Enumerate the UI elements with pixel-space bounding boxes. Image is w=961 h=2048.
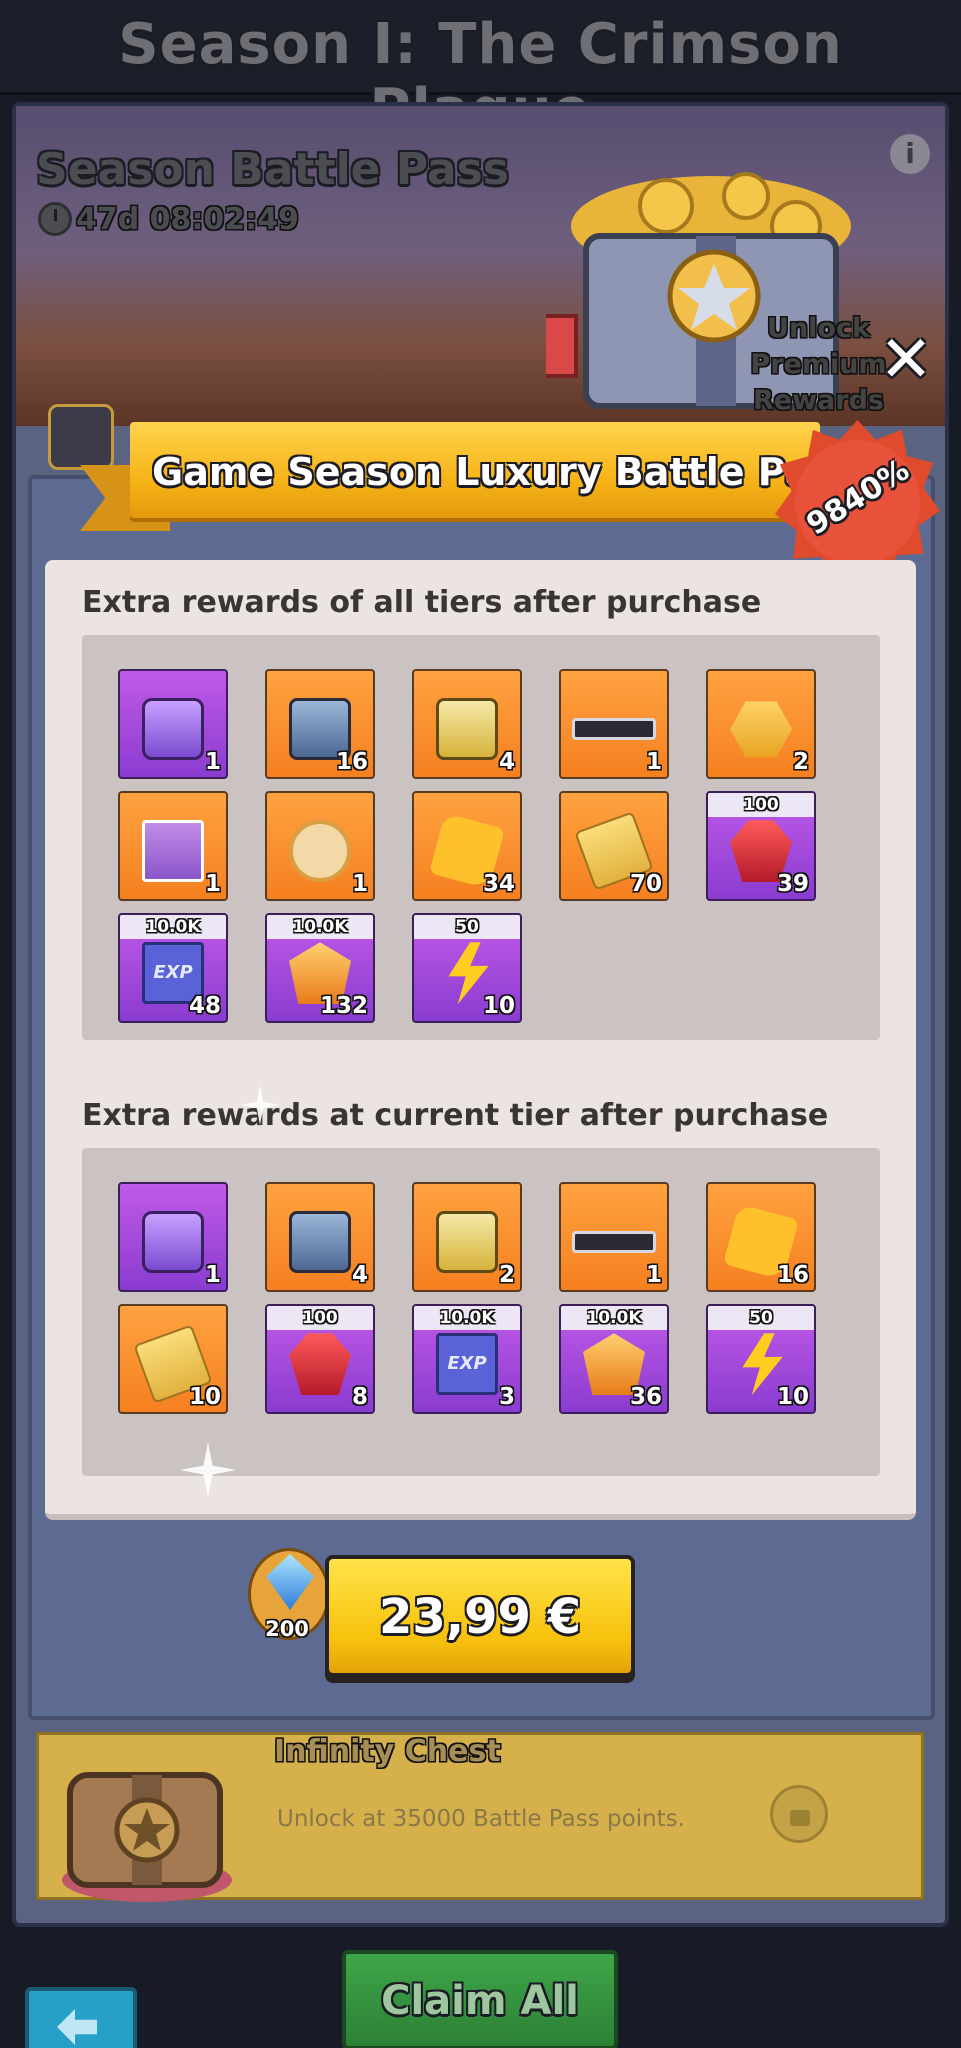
banner-title: Season Battle Pass	[36, 144, 509, 195]
reward-amount-label: 10.0K	[267, 915, 373, 939]
reward-count: 70	[629, 871, 662, 897]
reward-tile[interactable]: 1	[559, 1182, 669, 1292]
infinity-chest-title: Infinity Chest	[274, 1734, 501, 1769]
diamond-bonus-count: 200	[265, 1617, 309, 1641]
reward-tile[interactable]: 50 10	[412, 913, 522, 1023]
purchase-button[interactable]: 23,99 €	[325, 1555, 635, 1677]
close-button[interactable]: ✕	[876, 328, 936, 392]
reward-count: 3	[498, 1384, 515, 1410]
reward-count: 1	[204, 1262, 221, 1288]
current-tier-grid: 1 4 2 1 16 10 100 8 10.0K EXP 3 10.0K 36 50 10	[118, 1182, 816, 1414]
reward-tile[interactable]: 16	[706, 1182, 816, 1292]
reward-count: 16	[335, 749, 368, 775]
reward-count: 4	[351, 1262, 368, 1288]
purchase-price: 23,99 €	[379, 1589, 581, 1645]
reward-tile[interactable]: 34	[412, 791, 522, 901]
reward-tile[interactable]: 1	[118, 669, 228, 779]
reward-tile[interactable]: 1	[559, 669, 669, 779]
reward-count: 36	[629, 1384, 662, 1410]
reward-count: 48	[188, 993, 221, 1019]
skill-badge-icon	[730, 701, 792, 758]
reward-tile[interactable]: 10.0K EXP 3	[412, 1304, 522, 1414]
reward-count: 39	[776, 871, 809, 897]
reward-count: 10	[482, 993, 515, 1019]
reward-amount-label: 10.0K	[561, 1306, 667, 1330]
reward-tile[interactable]: 10.0K 132	[265, 913, 375, 1023]
reward-tile[interactable]: 16	[265, 669, 375, 779]
nameplate-bar-icon	[572, 718, 656, 741]
reward-count: 132	[319, 993, 368, 1019]
reward-tile[interactable]: 2	[706, 669, 816, 779]
battle-pass-banner: Season Battle Pass 47d 08:02:49 i Unlock…	[16, 106, 945, 426]
reward-amount-label: 10.0K	[414, 1306, 520, 1330]
reward-amount-label: 100	[267, 1306, 373, 1330]
back-button[interactable]	[25, 1987, 137, 2048]
reward-tile[interactable]: 4	[265, 1182, 375, 1292]
reward-tile[interactable]: 50 10	[706, 1304, 816, 1414]
reward-tile[interactable]: 100 39	[706, 791, 816, 901]
reward-tile[interactable]: 1	[118, 791, 228, 901]
reward-count: 1	[204, 871, 221, 897]
infinity-chest-description: Unlock at 35000 Battle Pass points.	[277, 1806, 685, 1832]
reward-count: 10	[188, 1384, 221, 1410]
infinity-chest-icon	[62, 1772, 232, 1902]
reward-count: 16	[776, 1262, 809, 1288]
reward-amount-label: 50	[708, 1306, 814, 1330]
reward-amount-label: 100	[708, 793, 814, 817]
gold-chest-icon	[436, 1211, 498, 1274]
reward-tile[interactable]: 1	[265, 791, 375, 901]
reward-tile[interactable]: 10.0K EXP 48	[118, 913, 228, 1023]
reward-count: 2	[792, 749, 809, 775]
reward-tile[interactable]: 1	[118, 1182, 228, 1292]
nameplate-bar-icon	[572, 1231, 656, 1254]
lock-icon	[770, 1785, 828, 1843]
reward-tile[interactable]: 4	[412, 669, 522, 779]
eye-icon[interactable]	[48, 404, 114, 470]
reward-count: 1	[645, 749, 662, 775]
season-timer: 47d 08:02:49	[76, 202, 299, 237]
all-tiers-rewards: 1 16 4 1 2 1 1 34 70 100 39 10.0K EXP 48 10.0K 132 50 10	[82, 635, 880, 1040]
blue-chest-icon	[289, 1211, 351, 1274]
reward-count: 34	[482, 871, 515, 897]
reward-tile[interactable]: 2	[412, 1182, 522, 1292]
claim-all-button[interactable]: Claim All	[342, 1950, 618, 2048]
hero-portrait-refresh-icon	[289, 820, 351, 883]
reward-tile[interactable]: 100 8	[265, 1304, 375, 1414]
season-header: Season I: The Crimson Plague	[0, 0, 961, 142]
purple-crate-icon	[142, 1211, 204, 1274]
reward-count: 4	[498, 749, 515, 775]
diamond-bonus-icon	[248, 1548, 334, 1658]
info-icon[interactable]: i	[890, 134, 930, 174]
section-title-current-tier: Extra rewards at current tier after purc…	[82, 1098, 829, 1133]
current-tier-rewards: 1 4 2 1 16 10 100 8 10.0K EXP 3 10.0K 36 50 10	[82, 1148, 880, 1476]
reward-count: 1	[351, 871, 368, 897]
claim-all-label: Claim All	[381, 1978, 579, 2024]
section-title-all-tiers: Extra rewards of all tiers after purchas…	[82, 585, 762, 620]
reward-count: 1	[645, 1262, 662, 1288]
reward-count: 10	[776, 1384, 809, 1410]
skill-book-refresh-icon	[142, 820, 204, 883]
reward-tile[interactable]: 10	[118, 1304, 228, 1414]
reward-count: 2	[498, 1262, 515, 1288]
reward-tile[interactable]: 10.0K 36	[559, 1304, 669, 1414]
gold-chest-icon	[436, 698, 498, 761]
ruby-icon	[289, 1333, 351, 1396]
exp-book-icon: EXP	[436, 1333, 498, 1396]
reward-amount-label: 50	[414, 915, 520, 939]
modal-title: Game Season Luxury Battle Pass	[152, 450, 856, 494]
clock-icon	[38, 202, 72, 236]
reward-count: 1	[204, 749, 221, 775]
reward-amount-label: 10.0K	[120, 915, 226, 939]
reward-count: 8	[351, 1384, 368, 1410]
reward-tile[interactable]: 70	[559, 791, 669, 901]
purple-crate-icon	[142, 698, 204, 761]
all-tiers-grid: 1 16 4 1 2 1 1 34 70 100 39 10.0K EXP 48 10.0K 132 50 10	[118, 669, 816, 1023]
